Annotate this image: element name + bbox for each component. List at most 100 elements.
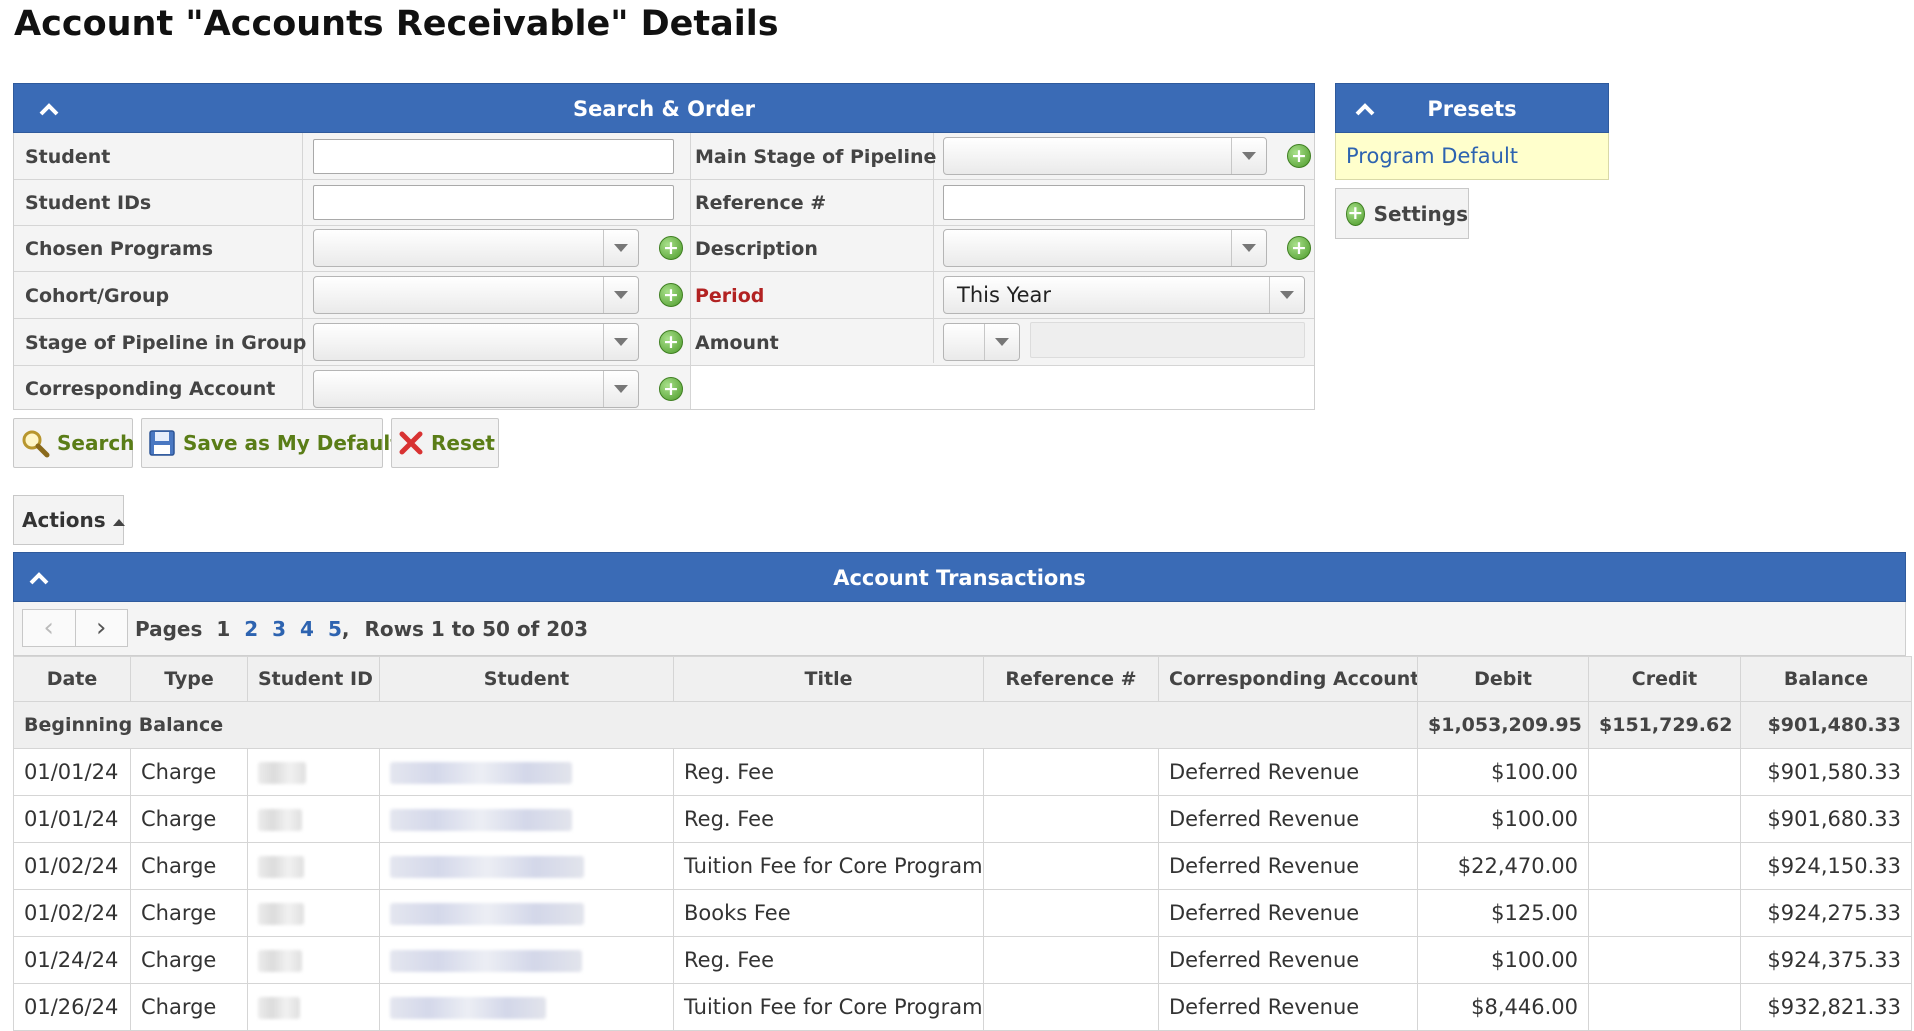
- student-cell[interactable]: [379, 889, 674, 937]
- column-header[interactable]: Credit: [1588, 656, 1741, 702]
- column-header[interactable]: Balance: [1740, 656, 1912, 702]
- student-ids-input[interactable]: [313, 185, 674, 220]
- student-label: Student: [25, 145, 111, 168]
- reference-cell: [983, 936, 1159, 984]
- chosen-programs-label: Chosen Programs: [25, 238, 214, 260]
- chosen-programs-select[interactable]: [313, 229, 639, 267]
- corresponding-account-select[interactable]: [313, 370, 639, 408]
- description-select[interactable]: [943, 229, 1267, 267]
- reference-label: Reference #: [695, 192, 827, 214]
- page-4-link[interactable]: 4: [300, 617, 314, 641]
- table-row: 01/02/24 Charge Books Fee Deferred Reven…: [13, 889, 1912, 937]
- amount-input[interactable]: [1030, 322, 1305, 358]
- add-circle-icon[interactable]: +: [659, 377, 683, 401]
- debit-link[interactable]: $100.00: [1417, 748, 1589, 796]
- redacted-block: [258, 950, 302, 972]
- column-divider: [302, 133, 303, 409]
- save-default-label: Save as My Default: [183, 431, 400, 455]
- account-cell: Deferred Revenue: [1158, 936, 1418, 984]
- add-circle-icon[interactable]: +: [659, 236, 683, 260]
- student-id-cell: [247, 936, 380, 984]
- collapse-chevron-icon[interactable]: [1340, 84, 1390, 134]
- page-3-link[interactable]: 3: [272, 617, 286, 641]
- chevron-right-icon[interactable]: ›: [74, 610, 128, 646]
- column-header[interactable]: Reference #: [983, 656, 1159, 702]
- period-select[interactable]: This Year: [943, 276, 1305, 314]
- settings-button[interactable]: + Settings: [1335, 188, 1469, 239]
- redacted-block: [390, 997, 546, 1019]
- stage-in-group-label: Stage of Pipeline in Group: [25, 331, 307, 354]
- column-header[interactable]: Date: [13, 656, 131, 702]
- search-order-header[interactable]: Search & Order: [13, 83, 1315, 133]
- reset-label: Reset: [431, 431, 495, 455]
- debit-link[interactable]: $100.00: [1417, 936, 1589, 984]
- debit-link[interactable]: $125.00: [1417, 889, 1589, 937]
- account-cell: Deferred Revenue: [1158, 795, 1418, 843]
- pages-label: Pages: [135, 617, 203, 641]
- balance-cell: $924,275.33: [1740, 889, 1912, 937]
- add-circle-icon[interactable]: +: [1287, 144, 1311, 168]
- student-id-cell: [247, 748, 380, 796]
- reference-input[interactable]: [943, 185, 1305, 220]
- debit-link[interactable]: $22,470.00: [1417, 842, 1589, 890]
- student-cell[interactable]: [379, 936, 674, 984]
- beginning-debit: $1,053,209.95: [1417, 701, 1589, 749]
- reference-cell: [983, 748, 1159, 796]
- reset-button[interactable]: Reset: [391, 418, 499, 468]
- table-row: 01/24/24 Charge Reg. Fee Deferred Revenu…: [13, 936, 1912, 984]
- collapse-chevron-icon[interactable]: [24, 84, 74, 134]
- actions-button[interactable]: Actions: [13, 495, 125, 545]
- chevron-down-icon: [1231, 138, 1266, 174]
- chevron-down-icon: [984, 324, 1019, 360]
- column-header[interactable]: Student ID: [247, 656, 380, 702]
- account-cell: Deferred Revenue: [1158, 842, 1418, 890]
- amount-operator-select[interactable]: [943, 323, 1020, 361]
- main-stage-label: Main Stage of Pipeline: [695, 145, 937, 168]
- reference-cell: [983, 889, 1159, 937]
- preset-program-default[interactable]: Program Default: [1335, 133, 1609, 180]
- chevron-left-icon[interactable]: ‹: [23, 610, 75, 646]
- add-circle-icon[interactable]: +: [659, 330, 683, 354]
- main-stage-select[interactable]: [943, 137, 1267, 175]
- column-header[interactable]: Type: [130, 656, 248, 702]
- redacted-block: [390, 903, 584, 925]
- balance-cell: $932,821.33: [1740, 983, 1912, 1031]
- date-cell: 01/02/24: [13, 889, 131, 937]
- student-id-cell: [247, 983, 380, 1031]
- cohort-group-select[interactable]: [313, 276, 639, 314]
- student-cell[interactable]: [379, 795, 674, 843]
- account-transactions-panel: Account Transactions ‹ › Pages 1 2 3 4 5…: [13, 552, 1912, 1031]
- search-order-title: Search & Order: [572, 97, 756, 121]
- page-5-link[interactable]: 5: [328, 617, 342, 641]
- debit-link[interactable]: $100.00: [1417, 795, 1589, 843]
- add-circle-icon: +: [1346, 201, 1365, 226]
- search-button[interactable]: Search: [13, 418, 134, 468]
- student-cell[interactable]: [379, 983, 674, 1031]
- student-cell[interactable]: [379, 842, 674, 890]
- column-header[interactable]: Debit: [1417, 656, 1589, 702]
- save-default-button[interactable]: Save as My Default: [141, 418, 400, 468]
- rows-info: Rows 1 to 50 of 203: [364, 617, 589, 641]
- credit-cell: [1588, 889, 1741, 937]
- stage-in-group-select[interactable]: [313, 323, 639, 361]
- chevron-down-icon: [603, 277, 638, 313]
- collapse-chevron-icon[interactable]: [14, 553, 64, 603]
- debit-link[interactable]: $8,446.00: [1417, 983, 1589, 1031]
- student-input[interactable]: [313, 139, 674, 174]
- student-id-cell: [247, 795, 380, 843]
- beginning-balance: $901,480.33: [1740, 701, 1912, 749]
- student-cell[interactable]: [379, 748, 674, 796]
- chevron-down-icon: [603, 230, 638, 266]
- column-header[interactable]: Corresponding Account: [1158, 656, 1418, 702]
- type-cell: Charge: [130, 842, 248, 890]
- add-circle-icon[interactable]: +: [1287, 236, 1311, 260]
- transactions-header[interactable]: Account Transactions: [13, 552, 1906, 602]
- column-header[interactable]: Title: [673, 656, 984, 702]
- type-cell: Charge: [130, 889, 248, 937]
- page-2-link[interactable]: 2: [244, 617, 258, 641]
- add-circle-icon[interactable]: +: [659, 283, 683, 307]
- date-cell: 01/02/24: [13, 842, 131, 890]
- presets-header[interactable]: Presets: [1335, 83, 1609, 133]
- transactions-table: Date Type Student ID Student Title Refer…: [13, 656, 1912, 1031]
- column-header[interactable]: Student: [379, 656, 674, 702]
